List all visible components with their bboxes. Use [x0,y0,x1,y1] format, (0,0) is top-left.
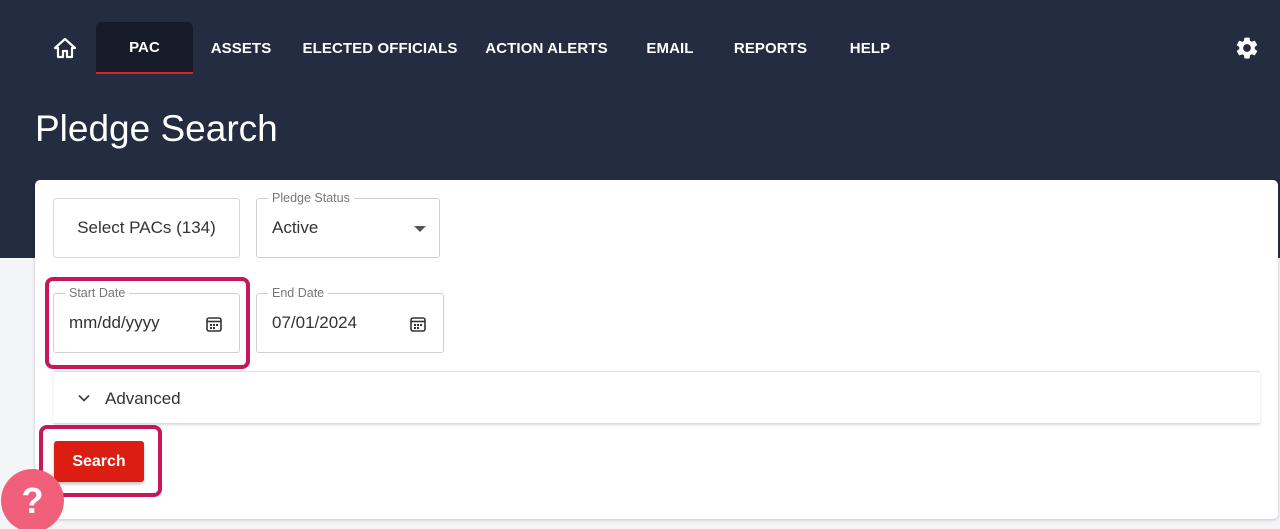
nav-tab-label: PAC [129,38,160,56]
top-navigation: PAC ASSETS ELECTED OFFICIALS ACTION ALER… [0,22,1280,74]
nav-tab-label: ELECTED OFFICIALS [302,39,458,57]
nav-tab-label: ASSETS [210,39,272,57]
search-button-label: Search [72,452,126,470]
pledge-status-value: Active [272,218,319,237]
calendar-icon[interactable] [205,315,223,333]
nav-tab-reports[interactable]: REPORTS [722,22,819,74]
end-date-value: 07/01/2024 [272,313,358,332]
nav-tab-label: EMAIL [646,39,694,57]
nav-tab-pac[interactable]: PAC [96,22,193,74]
calendar-icon[interactable] [409,315,427,333]
nav-tab-help[interactable]: HELP [830,22,910,74]
select-pacs-button[interactable]: Select PACs (134) [53,198,240,258]
advanced-accordion[interactable]: Advanced [53,371,1260,424]
nav-tab-elected-officials[interactable]: ELECTED OFFICIALS [297,22,463,74]
page-title: Pledge Search [35,108,278,149]
nav-tab-action-alerts[interactable]: ACTION ALERTS [476,22,617,74]
home-icon[interactable] [52,36,78,60]
advanced-label: Advanced [105,388,181,408]
start-date-value: mm/dd/yyyy [69,313,160,332]
nav-tab-label: REPORTS [733,39,808,57]
nav-tab-assets[interactable]: ASSETS [201,22,281,74]
start-date-field[interactable]: Start Date mm/dd/yyyy [53,286,240,353]
nav-tab-label: HELP [849,39,891,57]
dropdown-caret-icon [414,226,426,232]
nav-tab-email[interactable]: EMAIL [630,22,710,74]
help-bubble[interactable]: ? [1,469,64,529]
gear-icon[interactable] [1234,35,1260,61]
pledge-status-select[interactable]: Pledge Status Active [256,191,440,258]
end-date-field[interactable]: End Date 07/01/2024 [256,286,444,353]
nav-tab-label: ACTION ALERTS [485,39,608,57]
search-button[interactable]: Search [54,441,144,482]
question-mark-icon: ? [21,479,44,521]
chevron-down-icon [77,391,91,405]
select-pacs-label: Select PACs (134) [77,218,216,237]
